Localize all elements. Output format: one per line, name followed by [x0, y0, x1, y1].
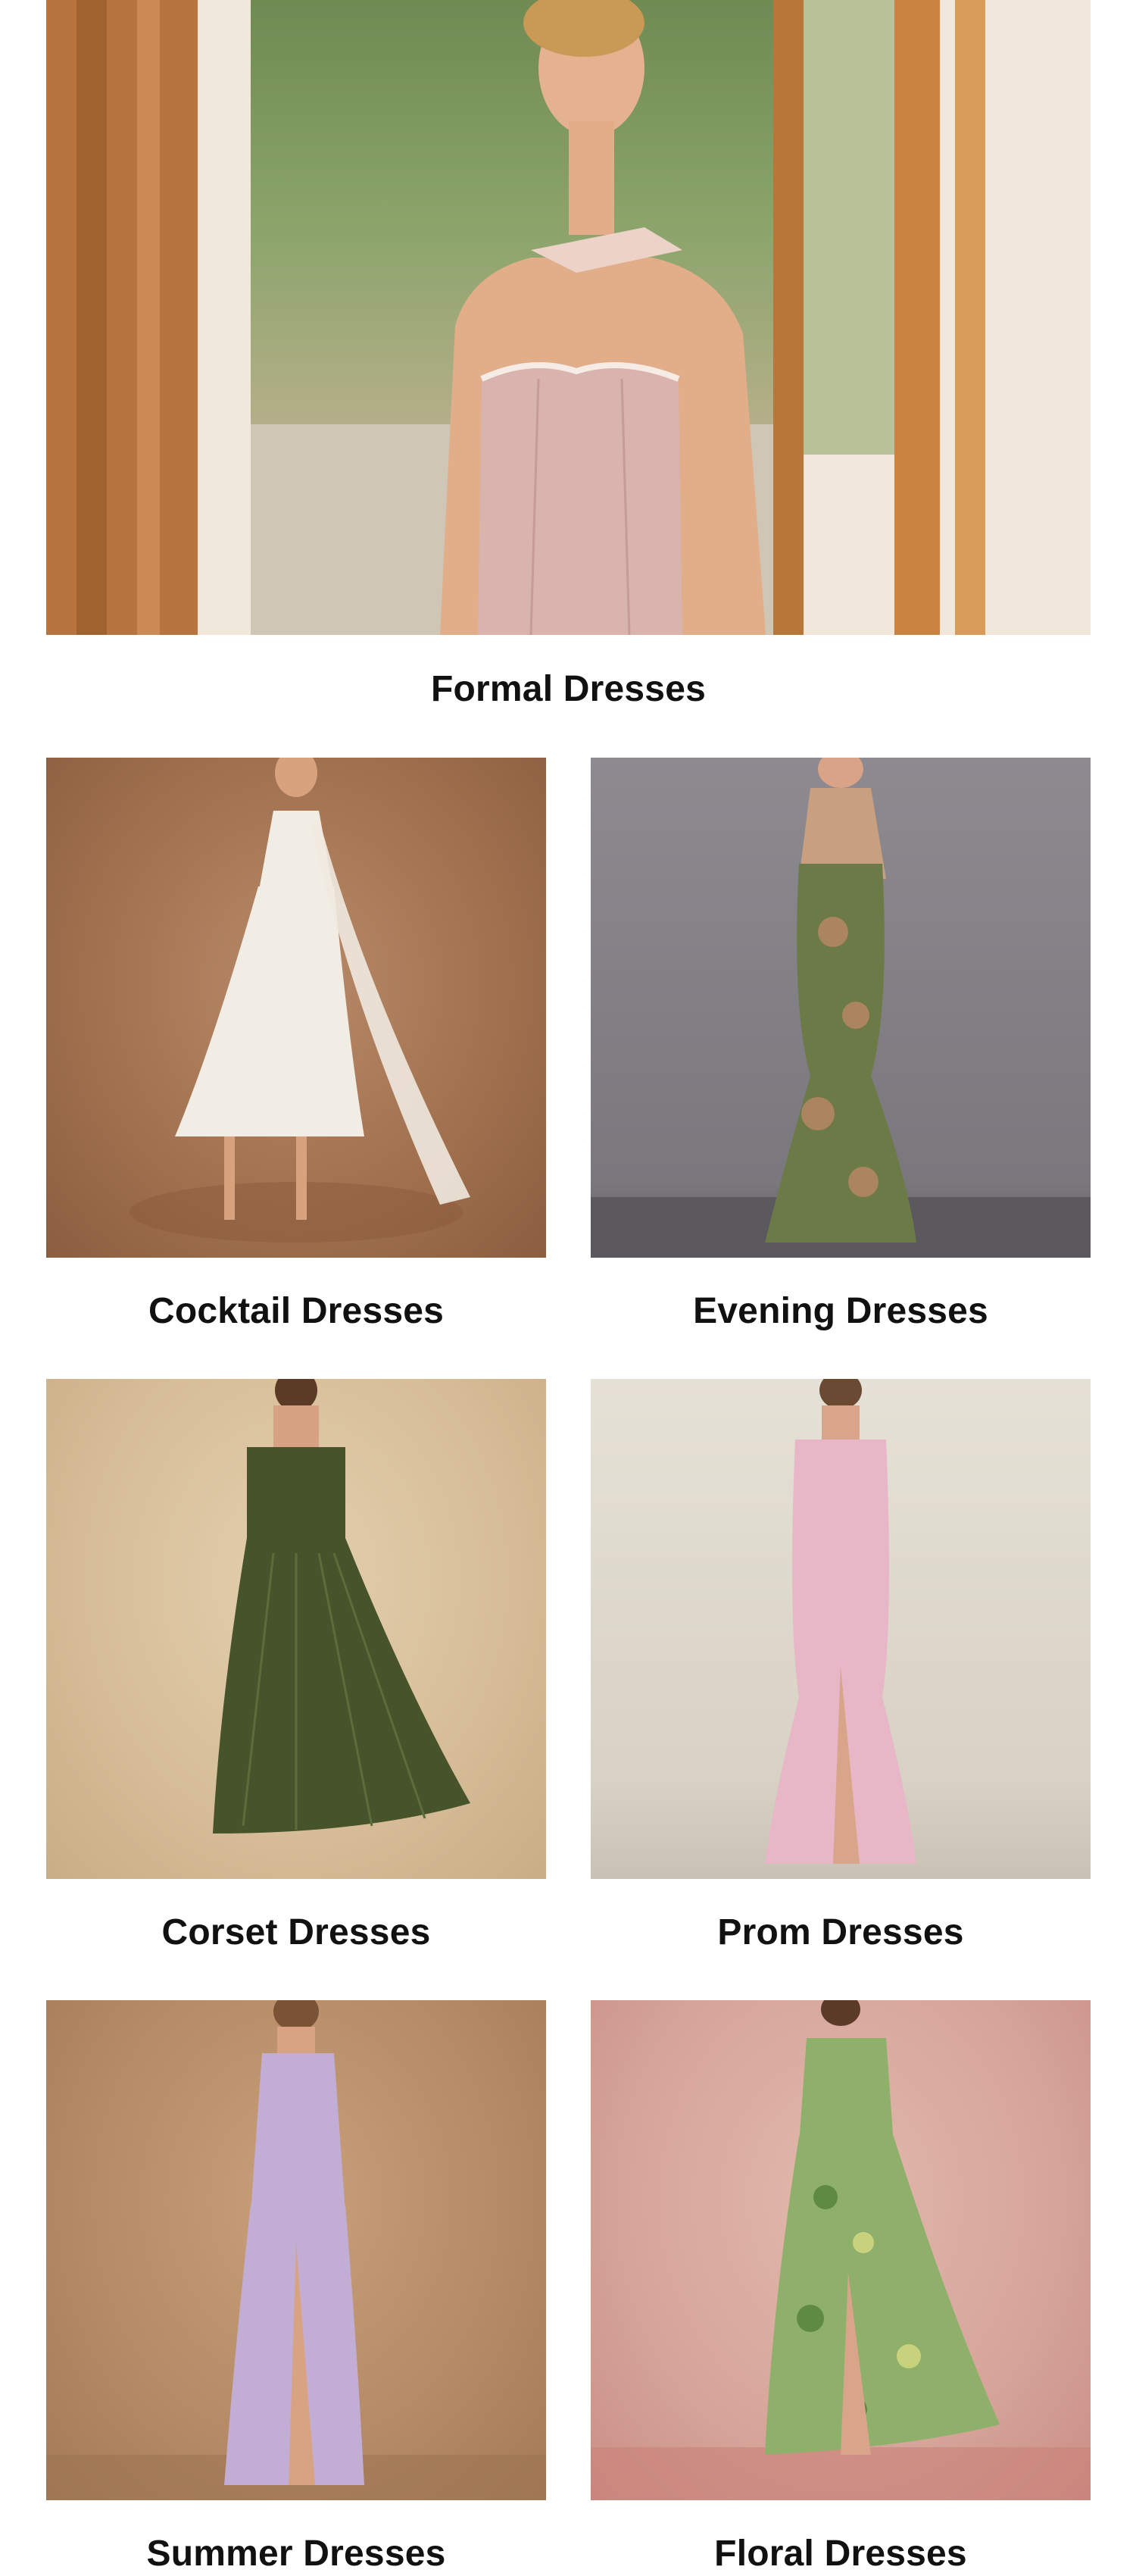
category-label[interactable]: Corset Dresses	[46, 1915, 546, 1951]
category-tile-corset[interactable]: Corset Dresses	[46, 1379, 546, 1962]
summer-dress-photo[interactable]	[46, 2000, 546, 2500]
category-tile-summer[interactable]: Summer Dresses	[46, 2000, 546, 2576]
evening-dress-photo[interactable]	[591, 758, 1091, 1258]
category-tile-prom[interactable]: Prom Dresses	[591, 1379, 1091, 1962]
prom-dress-photo[interactable]	[591, 1379, 1091, 1879]
category-tile-cocktail[interactable]: Cocktail Dresses	[46, 758, 546, 1341]
category-label[interactable]: Prom Dresses	[591, 1915, 1091, 1951]
cocktail-dress-photo[interactable]	[46, 758, 546, 1258]
category-label[interactable]: Evening Dresses	[591, 1293, 1091, 1330]
corset-dress-photo[interactable]	[46, 1379, 546, 1879]
category-tile-formal[interactable]: Formal Dresses	[46, 0, 1091, 708]
category-tile-floral[interactable]: Floral Dresses	[591, 2000, 1091, 2576]
category-tile-evening[interactable]: Evening Dresses	[591, 758, 1091, 1341]
category-label[interactable]: Formal Dresses	[46, 671, 1091, 708]
category-label[interactable]: Cocktail Dresses	[46, 1293, 546, 1330]
floral-dress-photo[interactable]	[591, 2000, 1091, 2500]
formal-dress-photo[interactable]	[46, 0, 1091, 635]
category-label[interactable]: Summer Dresses	[46, 2536, 546, 2572]
category-label[interactable]: Floral Dresses	[591, 2536, 1091, 2572]
